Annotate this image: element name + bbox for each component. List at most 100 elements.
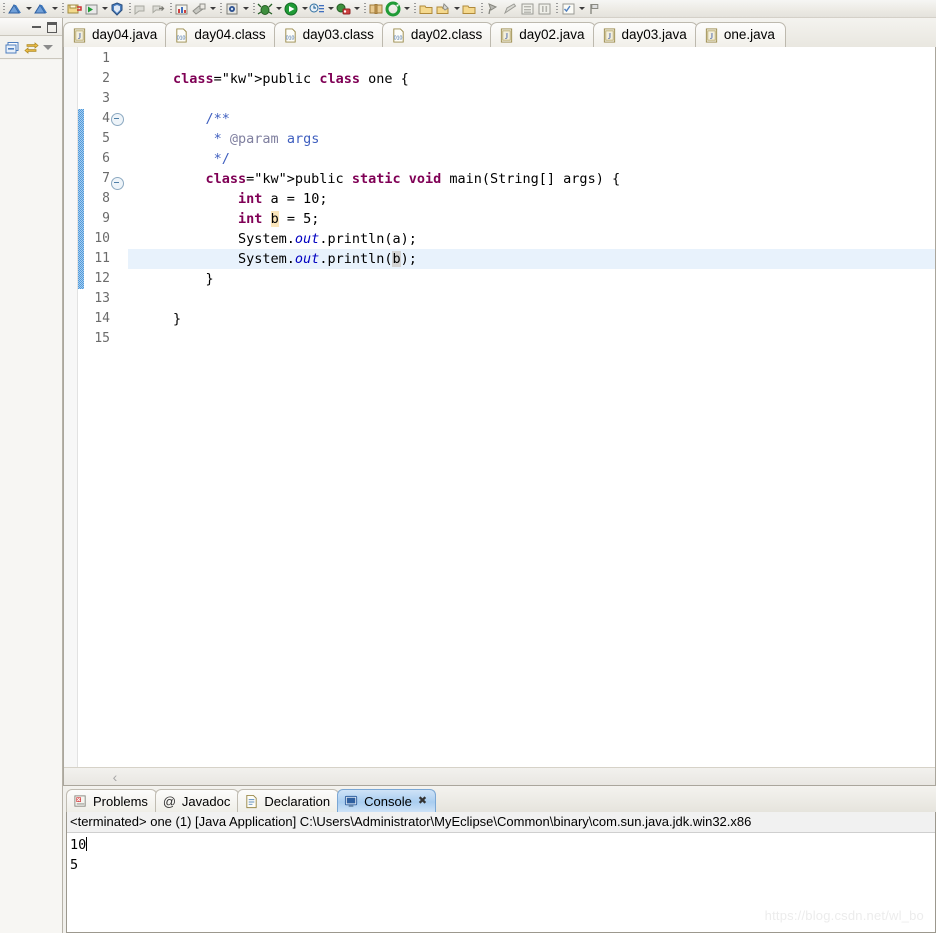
- folding-row: [111, 153, 125, 173]
- editor-tab-day04-java[interactable]: Jday04.java: [63, 22, 169, 47]
- myeclipse-circle-icon[interactable]: [385, 1, 402, 17]
- line-number: 5: [102, 131, 110, 146]
- java-file-icon: J: [499, 27, 514, 43]
- editor-tab-day04-class[interactable]: 010 day04.class: [165, 22, 277, 47]
- code-line[interactable]: System.out.println(a);: [128, 229, 935, 249]
- pencil-icon[interactable]: [502, 1, 519, 17]
- folding-row: [111, 89, 125, 109]
- editor-tab-day02-java[interactable]: Jday02.java: [490, 22, 596, 47]
- folding-ruler[interactable]: [111, 49, 125, 357]
- code-line[interactable]: class="kw">public static void main(Strin…: [128, 169, 935, 189]
- code-line[interactable]: class="kw">public class one {: [128, 69, 935, 89]
- history-list-icon[interactable]: [309, 1, 326, 17]
- dropdown-arrow-icon[interactable]: [50, 1, 59, 17]
- search-icon[interactable]: [224, 1, 241, 17]
- folding-row: [111, 337, 125, 357]
- toolbar-separator: [478, 1, 485, 17]
- debug-launch-icon[interactable]: [257, 1, 274, 17]
- line-number: 2: [102, 71, 110, 86]
- dropdown-arrow-icon[interactable]: [241, 1, 250, 17]
- open-folder-icon[interactable]: [418, 1, 435, 17]
- editor-surface[interactable]: 1 2 3 4 5 6 7 8 9 10 11 12 13 14 15 class="kw">public …: [63, 47, 936, 786]
- console-process-label: <terminated> one (1) [Java Application] …: [67, 812, 935, 833]
- code-line[interactable]: [128, 49, 935, 69]
- folding-row: [111, 197, 125, 217]
- toolbar-separator: [411, 1, 418, 17]
- book-help-icon[interactable]: [368, 1, 385, 17]
- link-with-editor-icon[interactable]: [23, 40, 40, 56]
- minimize-button[interactable]: [29, 20, 43, 33]
- svg-text:010: 010: [177, 35, 186, 41]
- folder-icon[interactable]: [461, 1, 478, 17]
- package-explorer-icon[interactable]: [4, 40, 21, 56]
- save-icon[interactable]: [66, 1, 83, 17]
- open-type-icon[interactable]: [191, 1, 208, 17]
- close-icon[interactable]: ✖: [418, 795, 427, 807]
- folding-row: [111, 177, 125, 197]
- fold-collapse-icon[interactable]: [111, 113, 124, 126]
- code-line[interactable]: * @param args: [128, 129, 935, 149]
- dropdown-arrow-icon[interactable]: [577, 1, 586, 17]
- debug-shield-icon[interactable]: [109, 1, 126, 17]
- code-text[interactable]: class="kw">public class one { /** * @par…: [128, 49, 935, 349]
- java-file-icon: J: [602, 27, 617, 43]
- editor-tab-day02-class[interactable]: 010 day02.class: [381, 22, 494, 47]
- javadoc-at-icon: @: [162, 793, 177, 809]
- dropdown-arrow-icon[interactable]: [452, 1, 461, 17]
- code-line[interactable]: }: [128, 269, 935, 289]
- code-line[interactable]: */: [128, 149, 935, 169]
- pin-icon[interactable]: [485, 1, 502, 17]
- view-menu-icon[interactable]: [42, 40, 54, 56]
- new-myeclipse-icon[interactable]: [7, 1, 24, 17]
- bottom-tab-declaration[interactable]: Declaration: [237, 789, 340, 812]
- console-output-line: 5: [70, 857, 79, 873]
- dropdown-arrow-icon[interactable]: [274, 1, 283, 17]
- database-explorer-icon[interactable]: [174, 1, 191, 17]
- editor-tab-day03-java[interactable]: Jday03.java: [592, 22, 698, 47]
- editor-horizontal-scrollbar[interactable]: ‹: [64, 767, 935, 785]
- left-stack-toolbar: [0, 37, 62, 59]
- editor-tab-day03-class[interactable]: 010 day03.class: [273, 22, 385, 47]
- code-line[interactable]: [128, 329, 935, 349]
- fold-collapse-icon[interactable]: [111, 177, 124, 190]
- columns-view-icon[interactable]: [536, 1, 553, 17]
- marker-gutter[interactable]: [64, 47, 78, 767]
- bottom-tab-problems[interactable]: Problems: [66, 789, 157, 812]
- dropdown-arrow-icon[interactable]: [100, 1, 109, 17]
- maximize-button[interactable]: [45, 20, 59, 33]
- checklist-icon[interactable]: [560, 1, 577, 17]
- dropdown-arrow-icon[interactable]: [208, 1, 217, 17]
- code-line[interactable]: [128, 89, 935, 109]
- code-line[interactable]: System.out.println(b);: [128, 249, 935, 269]
- dropdown-arrow-icon[interactable]: [352, 1, 361, 17]
- editor-tab-label: one.java: [723, 27, 775, 43]
- previous-annotation-icon[interactable]: [133, 1, 150, 17]
- editor-tab-one-java[interactable]: Jone.java: [694, 22, 786, 47]
- dropdown-arrow-icon[interactable]: [326, 1, 335, 17]
- deploy-icon[interactable]: [335, 1, 352, 17]
- outline-view-icon[interactable]: [519, 1, 536, 17]
- folding-row: [111, 69, 125, 89]
- console-icon: [344, 794, 359, 809]
- code-line[interactable]: int a = 10;: [128, 189, 935, 209]
- code-line[interactable]: [128, 289, 935, 309]
- bottom-tab-javadoc[interactable]: @ Javadoc: [154, 789, 240, 812]
- code-line[interactable]: }: [128, 309, 935, 329]
- dropdown-arrow-icon[interactable]: [24, 1, 33, 17]
- run-icon[interactable]: [83, 1, 100, 17]
- run-last-icon[interactable]: [283, 1, 300, 17]
- flag-icon[interactable]: [586, 1, 603, 17]
- line-number: 12: [94, 271, 110, 286]
- scroll-left-arrow-icon[interactable]: ‹: [104, 768, 126, 785]
- bottom-tab-console[interactable]: Console ✖: [337, 789, 437, 812]
- console-output[interactable]: 10 5: [67, 833, 935, 875]
- edit-folder-icon[interactable]: [435, 1, 452, 17]
- line-number: 14: [94, 311, 110, 326]
- new-wizard-icon[interactable]: [33, 1, 50, 17]
- line-number: 1: [102, 51, 110, 66]
- dropdown-arrow-icon[interactable]: [300, 1, 309, 17]
- code-line[interactable]: /**: [128, 109, 935, 129]
- next-annotation-icon[interactable]: [150, 1, 167, 17]
- code-line[interactable]: int b = 5;: [128, 209, 935, 229]
- dropdown-arrow-icon[interactable]: [402, 1, 411, 17]
